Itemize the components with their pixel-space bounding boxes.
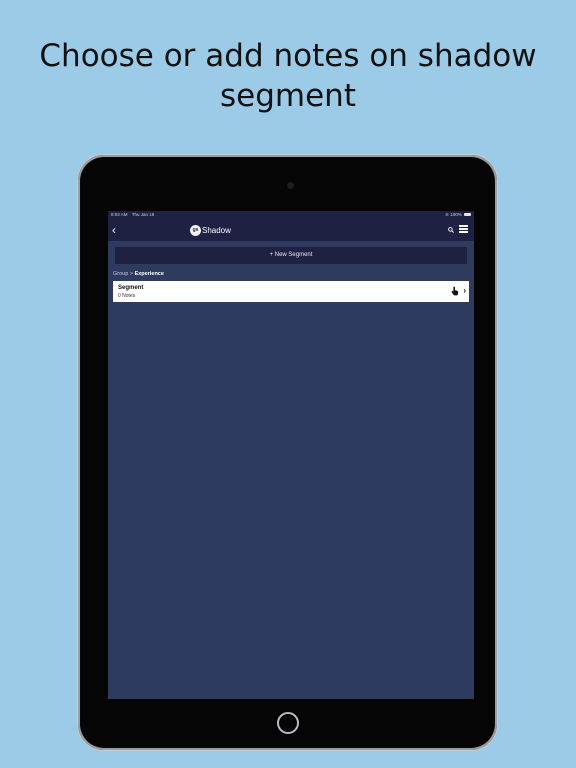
nav-bar: ‹ gs Shadow xyxy=(108,219,474,241)
status-right: ≋ 100% xyxy=(445,211,471,219)
segment-title: Segment xyxy=(118,285,144,291)
breadcrumb: Group > Experience xyxy=(113,271,164,277)
chevron-left-icon[interactable]: ‹ xyxy=(112,223,116,237)
breadcrumb-separator: > xyxy=(129,271,134,277)
battery-level: 100% xyxy=(450,212,462,217)
segment-notes-count: 0 Notes xyxy=(118,293,136,299)
caption: Choose or add notes on shadow segment xyxy=(0,36,576,116)
logo-mark: gs xyxy=(190,224,201,236)
caption-line-1: Choose or add notes on shadow xyxy=(39,38,537,74)
status-date: Thu Jan 19 xyxy=(131,212,155,217)
wifi-icon: ≋ xyxy=(445,212,449,217)
status-time: 8:03 AM xyxy=(111,212,128,217)
tablet-bezel: 8:03 AM Thu Jan 19 ≋ 100% ‹ gs Shadow + … xyxy=(81,158,494,747)
status-bar: 8:03 AM Thu Jan 19 ≋ 100% xyxy=(108,211,474,219)
battery-icon xyxy=(464,213,471,217)
tablet-frame: 8:03 AM Thu Jan 19 ≋ 100% ‹ gs Shadow + … xyxy=(78,155,497,750)
list-item[interactable]: Segment 0 Notes › xyxy=(113,281,469,302)
app-logo: gs Shadow xyxy=(190,224,231,236)
hamburger-menu-icon[interactable] xyxy=(459,225,468,233)
breadcrumb-current: Experience xyxy=(134,271,164,277)
chevron-right-icon[interactable]: › xyxy=(463,286,466,296)
camera-icon xyxy=(287,182,294,189)
caption-line-2: segment xyxy=(220,78,356,114)
home-button[interactable] xyxy=(277,712,299,734)
app-screen: 8:03 AM Thu Jan 19 ≋ 100% ‹ gs Shadow + … xyxy=(108,211,474,699)
search-icon[interactable] xyxy=(448,227,454,233)
hand-pointer-icon[interactable] xyxy=(451,286,459,296)
logo-text: Shadow xyxy=(202,225,231,235)
breadcrumb-parent[interactable]: Group xyxy=(113,271,128,277)
new-segment-button[interactable]: + New Segment xyxy=(115,247,467,264)
